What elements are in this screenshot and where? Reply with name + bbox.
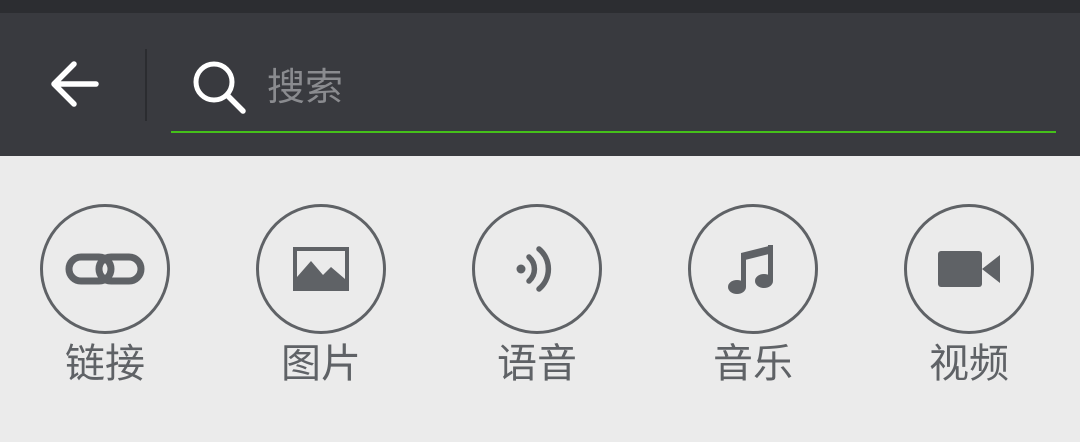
toolbar-divider bbox=[145, 49, 147, 121]
category-link[interactable]: 链接 bbox=[17, 204, 197, 394]
category-link-label: 链接 bbox=[65, 341, 145, 387]
search-category-grid: 链接 图片 语音 音乐 视频 bbox=[0, 156, 1080, 442]
search-icon bbox=[193, 61, 246, 114]
link-icon bbox=[65, 253, 145, 285]
search-box[interactable] bbox=[171, 43, 1056, 133]
category-image[interactable]: 图片 bbox=[233, 204, 413, 394]
category-video-circle bbox=[904, 204, 1034, 334]
search-toolbar bbox=[0, 13, 1080, 156]
category-music[interactable]: 音乐 bbox=[665, 204, 845, 394]
category-link-circle bbox=[40, 204, 170, 334]
category-voice[interactable]: 语音 bbox=[449, 204, 629, 394]
category-music-label: 音乐 bbox=[713, 341, 793, 387]
search-input[interactable] bbox=[267, 57, 1027, 117]
category-image-circle bbox=[256, 204, 386, 334]
music-icon bbox=[728, 245, 773, 294]
image-icon bbox=[293, 247, 349, 291]
video-icon bbox=[938, 251, 1000, 287]
category-video-label: 视频 bbox=[929, 341, 1009, 387]
category-image-label: 图片 bbox=[281, 341, 361, 387]
back-arrow-icon bbox=[51, 61, 99, 107]
category-voice-label: 语音 bbox=[497, 341, 577, 387]
category-voice-circle bbox=[472, 204, 602, 334]
status-bar bbox=[0, 0, 1080, 13]
back-button[interactable] bbox=[28, 43, 120, 125]
voice-icon bbox=[516, 246, 552, 292]
category-music-circle bbox=[688, 204, 818, 334]
category-video[interactable]: 视频 bbox=[881, 204, 1061, 394]
